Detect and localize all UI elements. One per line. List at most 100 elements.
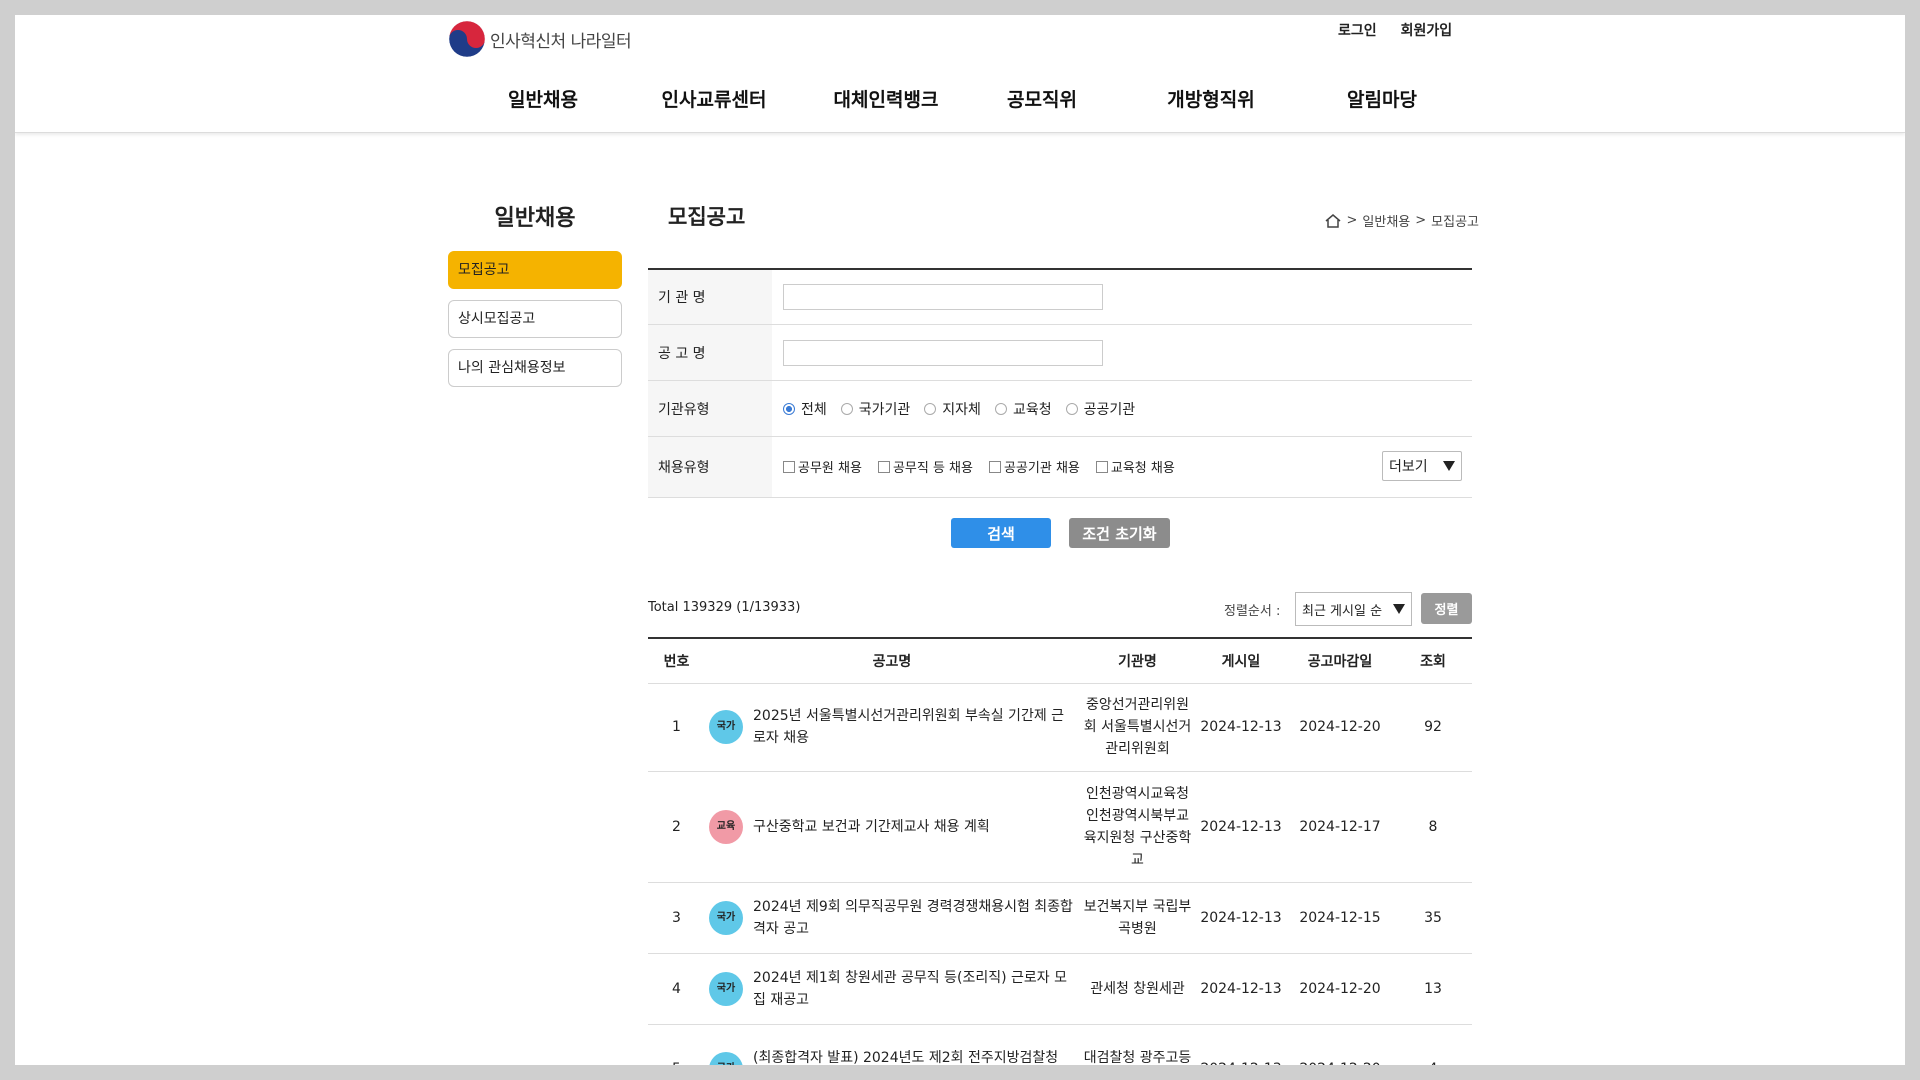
org-label: 기 관 명 <box>648 270 772 324</box>
notice-label: 공 고 명 <box>648 325 772 380</box>
checkbox-public-agency[interactable]: 공공기관 채용 <box>988 457 1080 476</box>
form-row-hire-type: 채용유형 공무원 채용 공무직 등 채용 공공기관 채용 교육청 채용 더보기 <box>648 437 1472 498</box>
row-number: 4 <box>648 953 705 1025</box>
gnb-item-notices[interactable]: 알림마당 <box>1347 85 1417 112</box>
row-deadline: 2024-12-15 <box>1286 882 1394 954</box>
notice-title-input[interactable] <box>783 339 1103 366</box>
row-posted: 2024-12-13 <box>1196 882 1286 954</box>
search-button[interactable]: 검색 <box>951 518 1051 548</box>
radio-selected-icon <box>783 402 795 415</box>
radio-org-all[interactable]: 전체 <box>783 399 827 419</box>
logo-text: 인사혁신처 나라일터 <box>490 31 632 52</box>
row-org: 대검찰청 광주고등검찰청 전주지 <box>1079 1024 1196 1065</box>
table-row[interactable]: 2 교육 구산중학교 보건과 기간제교사 채용 계획 인천광역시교육청 인천광역시… <box>648 771 1472 883</box>
org-type-radio-group: 전체 국가기관 지자체 교육청 공공기관 <box>772 381 1472 436</box>
login-link[interactable]: 로그인 <box>1338 20 1377 40</box>
row-views: 92 <box>1394 683 1472 772</box>
notice-title-link[interactable]: 2024년 제1회 창원세관 공무직 등(조리직) 근로자 모집 재공고 <box>753 967 1075 1011</box>
breadcrumb-item[interactable]: 모집공고 <box>1431 211 1479 230</box>
row-deadline: 2024-12-20 <box>1286 1024 1394 1065</box>
radio-icon <box>994 402 1007 415</box>
row-number: 2 <box>648 771 705 883</box>
row-org: 관세청 창원세관 <box>1079 953 1196 1025</box>
gnb-item-exchange-center[interactable]: 인사교류센터 <box>662 85 767 112</box>
sidebar-item-my-interests[interactable]: 나의 관심채용정보 <box>448 349 622 387</box>
checkbox-public-worker[interactable]: 공무직 등 채용 <box>877 457 973 476</box>
table-header-row: 번호 공고명 기관명 게시일 공고마감일 조회 <box>648 638 1472 684</box>
column-header-posted: 게시일 <box>1196 638 1286 684</box>
badge-national: 국가 <box>709 971 743 1006</box>
sort-order-select[interactable]: 최근 게시일 순 <box>1295 592 1412 626</box>
table-row[interactable]: 5 국가 (최종합격자 발표) 2024년도 제2회 전주지방검찰청 공무직근로자… <box>648 1024 1472 1065</box>
page-title: 모집공고 <box>668 205 746 229</box>
org-name-input[interactable] <box>783 284 1103 310</box>
radio-icon <box>924 402 937 415</box>
row-number: 3 <box>648 882 705 954</box>
checkbox-education-office[interactable]: 교육청 채용 <box>1095 457 1175 476</box>
sidebar-title: 일반채용 <box>494 206 576 231</box>
sort-button[interactable]: 정렬 <box>1421 593 1472 624</box>
breadcrumb-separator: > <box>1346 213 1358 228</box>
row-posted: 2024-12-13 <box>1196 953 1286 1025</box>
gnb-item-public-posts[interactable]: 공모직위 <box>1007 85 1077 112</box>
checkbox-icon <box>1095 460 1108 473</box>
breadcrumb-item[interactable]: 일반채용 <box>1362 211 1410 230</box>
row-views: 8 <box>1394 771 1472 883</box>
badge-national: 국가 <box>709 900 743 935</box>
sort-label: 정렬순서 : <box>1224 604 1281 619</box>
site-header: 인사혁신처 나라일터 로그인 회원가입 일반채용 인사교류센터 대체인력뱅크 공… <box>15 15 1905 133</box>
gnb-item-general-hiring[interactable]: 일반채용 <box>508 85 578 112</box>
home-icon[interactable] <box>1324 213 1342 229</box>
signup-link[interactable]: 회원가입 <box>1401 20 1453 40</box>
taegeuk-logo-icon <box>448 20 486 58</box>
radio-org-public[interactable]: 공공기관 <box>1065 399 1135 419</box>
row-deadline: 2024-12-20 <box>1286 953 1394 1025</box>
notice-title-link[interactable]: (최종합격자 발표) 2024년도 제2회 전주지방검찰청 공무직근로자(환경관… <box>753 1047 1075 1065</box>
sidebar-item-recruitment[interactable]: 모집공고 <box>448 251 622 289</box>
badge-education: 교육 <box>709 809 743 844</box>
column-header-number: 번호 <box>648 638 705 684</box>
table-row[interactable]: 1 국가 2025년 서울특별시선거관리위원회 부속실 기간제 근로자 채용 중앙… <box>648 683 1472 772</box>
gnb-item-open-posts[interactable]: 개방형직위 <box>1167 85 1254 112</box>
column-header-org: 기관명 <box>1079 638 1196 684</box>
hire-type-label: 채용유형 <box>648 437 772 497</box>
radio-org-education[interactable]: 교육청 <box>994 399 1052 419</box>
radio-icon <box>840 402 853 415</box>
site-logo[interactable]: 인사혁신처 나라일터 <box>448 20 632 58</box>
sort-order-value: 최근 게시일 순 <box>1302 603 1383 619</box>
notice-title-link[interactable]: 구산중학교 보건과 기간제교사 채용 계획 <box>753 816 990 838</box>
row-posted: 2024-12-13 <box>1196 771 1286 883</box>
badge-national: 국가 <box>709 1052 743 1065</box>
total-count: Total 139329 (1/13933) <box>648 600 801 615</box>
table-row[interactable]: 4 국가 2024년 제1회 창원세관 공무직 등(조리직) 근로자 모집 재공고… <box>648 953 1472 1025</box>
search-form: 기 관 명 공 고 명 기관유형 전체 국가기관 지자체 교육청 공공기관 채용… <box>648 268 1472 498</box>
row-posted: 2024-12-13 <box>1196 683 1286 772</box>
row-number: 1 <box>648 683 705 772</box>
row-org: 인천광역시교육청 인천광역시북부교육지원청 구산중학교 <box>1079 771 1196 883</box>
reset-conditions-button[interactable]: 조건 초기화 <box>1069 518 1170 548</box>
form-row-notice: 공 고 명 <box>648 325 1472 381</box>
radio-icon <box>1065 402 1078 415</box>
hire-type-checkbox-group: 공무원 채용 공무직 등 채용 공공기관 채용 교육청 채용 더보기 <box>772 437 1472 497</box>
row-views: 13 <box>1394 953 1472 1025</box>
notice-title-link[interactable]: 2025년 서울특별시선거관리위원회 부속실 기간제 근로자 채용 <box>753 705 1075 749</box>
row-org: 중앙선거관리위원회 서울특별시선거관리위원회 <box>1079 683 1196 772</box>
badge-national: 국가 <box>709 710 743 744</box>
notice-title-link[interactable]: 2024년 제9회 의무직공무원 경력경쟁채용시험 최종합격자 공고 <box>753 896 1075 940</box>
sidebar-item-ongoing-recruitment[interactable]: 상시모집공고 <box>448 300 622 338</box>
row-number: 5 <box>648 1024 705 1065</box>
row-views: 4 <box>1394 1024 1472 1065</box>
checkbox-icon <box>988 460 1001 473</box>
row-deadline: 2024-12-17 <box>1286 771 1394 883</box>
top-links: 로그인 회원가입 <box>1338 20 1452 40</box>
recruitment-table: 번호 공고명 기관명 게시일 공고마감일 조회 1 국가 2025년 서울특별시선… <box>648 637 1472 1065</box>
radio-org-local[interactable]: 지자체 <box>924 399 981 419</box>
table-row[interactable]: 3 국가 2024년 제9회 의무직공무원 경력경쟁채용시험 최종합격자 공고 보… <box>648 882 1472 954</box>
checkbox-civil-servant[interactable]: 공무원 채용 <box>783 457 862 476</box>
triangle-down-icon <box>1393 604 1405 614</box>
row-posted: 2024-12-13 <box>1196 1024 1286 1065</box>
more-options-button[interactable]: 더보기 <box>1382 451 1462 481</box>
gnb-item-substitute-bank[interactable]: 대체인력뱅크 <box>834 85 939 112</box>
column-header-deadline: 공고마감일 <box>1286 638 1394 684</box>
radio-org-national[interactable]: 국가기관 <box>840 399 910 419</box>
